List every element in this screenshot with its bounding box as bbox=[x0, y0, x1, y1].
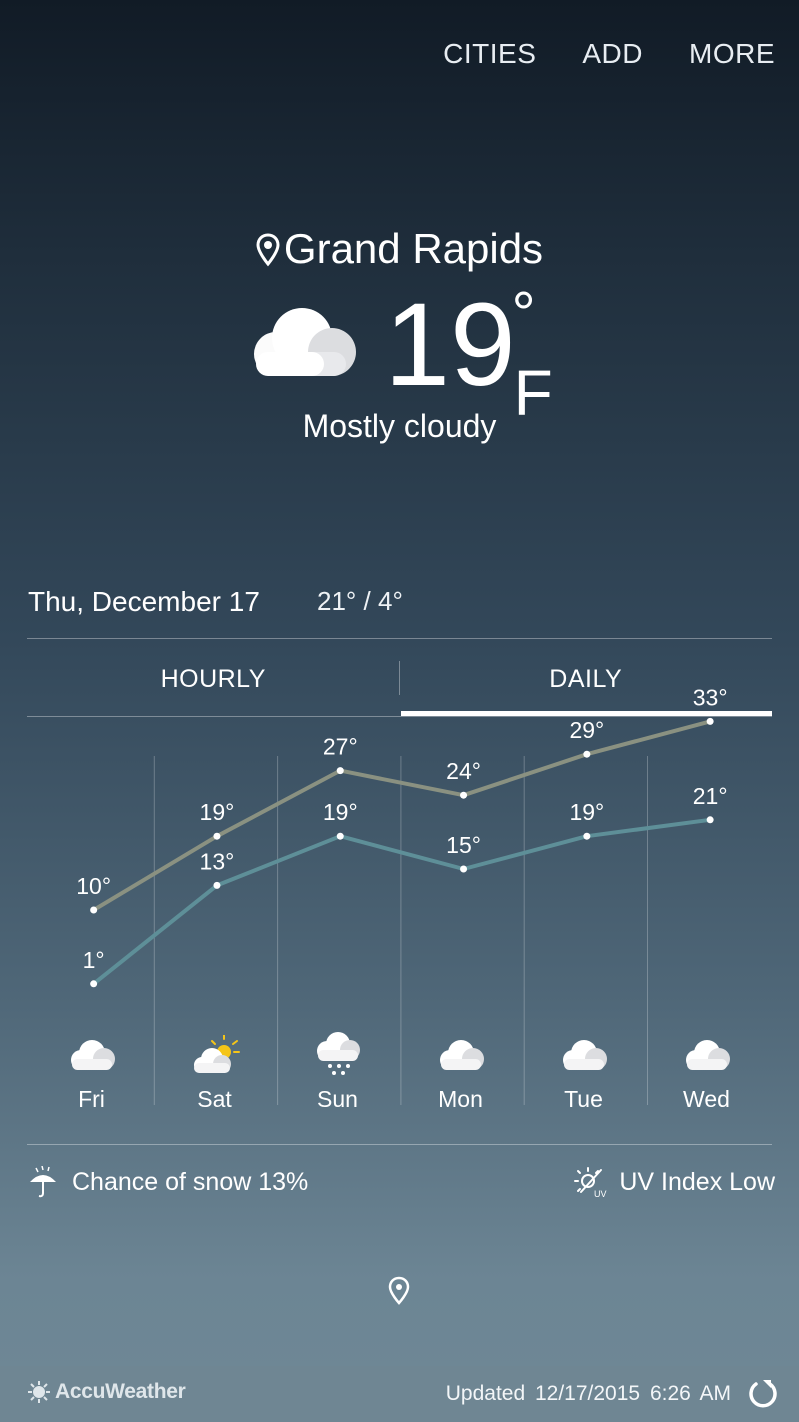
svg-text:UV: UV bbox=[594, 1189, 607, 1198]
high-temperature-point bbox=[583, 750, 591, 758]
updated-label: Updated bbox=[445, 1382, 526, 1405]
low-temperature-point bbox=[460, 865, 468, 873]
partly-sunny-icon bbox=[193, 1035, 240, 1073]
day-name: Sun bbox=[317, 1086, 358, 1112]
day-column[interactable]: Mon bbox=[399, 1030, 522, 1113]
footer-bar: AccuWeather Updated 12/17/2015 6:26 AM bbox=[0, 1366, 799, 1422]
snow-chance: Chance of snow 13% bbox=[28, 1166, 308, 1198]
refresh-icon[interactable] bbox=[745, 1376, 781, 1412]
day-column[interactable]: Sat bbox=[153, 1030, 276, 1113]
high-temperature-label: 29° bbox=[569, 717, 604, 743]
low-temperature-point bbox=[706, 816, 714, 824]
day-name: Wed bbox=[683, 1086, 730, 1112]
high-temperature-point bbox=[460, 791, 468, 799]
day-column[interactable]: Tue bbox=[522, 1030, 645, 1113]
low-temperature-point bbox=[90, 980, 98, 988]
cloud-icon bbox=[439, 1040, 484, 1070]
day-name: Fri bbox=[78, 1086, 105, 1112]
high-temperature-label: 10° bbox=[76, 873, 111, 899]
low-temperature-point bbox=[583, 832, 591, 840]
daily-forecast-row: Fri Sat Sun Mon Tue Wed bbox=[30, 1030, 770, 1113]
high-temperature-label: 19° bbox=[200, 799, 235, 825]
low-temperature-label: 19° bbox=[323, 799, 358, 825]
snow-icon bbox=[316, 1032, 360, 1075]
high-temperature-line bbox=[92, 719, 711, 912]
updated-timestamp: Updated 12/17/2015 6:26 AM bbox=[446, 1382, 731, 1406]
day-name: Sat bbox=[197, 1086, 232, 1112]
low-temperature-label: 19° bbox=[569, 799, 604, 825]
high-temperature-point bbox=[336, 767, 344, 775]
high-temperature-point bbox=[213, 832, 221, 840]
low-temperature-point bbox=[213, 881, 221, 889]
brand-name: AccuWeather bbox=[55, 1380, 186, 1403]
umbrella-snow-icon bbox=[30, 1166, 56, 1198]
cloud-icon bbox=[562, 1040, 607, 1070]
low-temperature-label: 1° bbox=[83, 947, 105, 973]
low-temperature-label: 13° bbox=[200, 848, 235, 874]
day-column[interactable]: Wed bbox=[645, 1030, 768, 1113]
high-temperature-label: 24° bbox=[446, 758, 481, 784]
day-column[interactable]: Fri bbox=[30, 1030, 153, 1113]
updated-date: 12/17/2015 bbox=[534, 1382, 641, 1405]
uv-index-text: UV Index Low bbox=[619, 1167, 775, 1196]
updated-time: 6:26 AM bbox=[649, 1382, 731, 1405]
day-name: Mon bbox=[438, 1086, 483, 1112]
cloud-icon bbox=[685, 1040, 730, 1070]
location-pin-icon[interactable] bbox=[387, 1276, 411, 1306]
daily-temperature-chart: 10° 19° 27° 24° 29° 33° 1° 13° 19° 15° 19° 21° bbox=[76, 684, 728, 1105]
low-temperature-label: 15° bbox=[446, 832, 481, 858]
day-column[interactable]: Sun bbox=[276, 1030, 399, 1113]
day-name: Tue bbox=[564, 1086, 603, 1112]
high-temperature-point bbox=[706, 717, 714, 725]
low-temperature-point bbox=[336, 832, 344, 840]
uv-index: UV UV Index Low bbox=[573, 1166, 775, 1198]
cloud-icon bbox=[70, 1040, 115, 1070]
uv-sun-icon: UV bbox=[574, 1167, 607, 1198]
low-temperature-line bbox=[92, 817, 711, 986]
high-temperature-point bbox=[90, 906, 98, 914]
divider bbox=[27, 1144, 772, 1145]
snow-chance-text: Chance of snow 13% bbox=[72, 1167, 309, 1196]
high-temperature-label: 33° bbox=[693, 684, 728, 710]
sun-logo-icon bbox=[28, 1381, 50, 1403]
low-temperature-label: 21° bbox=[693, 783, 728, 809]
accuweather-logo[interactable]: AccuWeather bbox=[28, 1380, 186, 1404]
high-temperature-label: 27° bbox=[323, 734, 358, 760]
